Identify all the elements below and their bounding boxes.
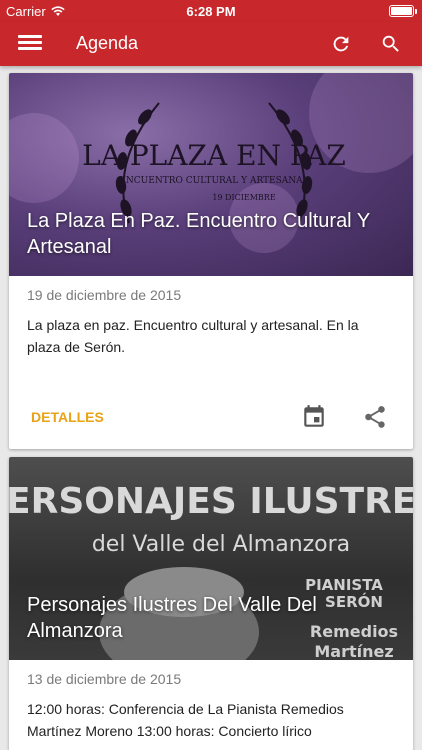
event-description: La plaza en paz. Encuentro cultural y ar… xyxy=(27,317,359,355)
event-date: 13 de diciembre de 2015 xyxy=(27,671,182,687)
refresh-button[interactable] xyxy=(327,30,355,58)
battery-icon xyxy=(389,5,417,17)
event-image[interactable]: LA PLAZA EN PAZ ENCUENTRO CULTURAL Y ART… xyxy=(9,73,413,276)
event-card: LA PLAZA EN PAZ ENCUENTRO CULTURAL Y ART… xyxy=(9,73,413,449)
event-description: 12:00 horas: Conferencia de La Pianista … xyxy=(27,701,344,739)
menu-button[interactable] xyxy=(16,32,44,56)
app-bar: Agenda xyxy=(0,22,422,66)
svg-text:Martínez: Martínez xyxy=(314,642,393,660)
calendar-icon xyxy=(304,405,324,427)
svg-text:LA PLAZA EN PAZ: LA PLAZA EN PAZ xyxy=(82,139,346,172)
refresh-icon xyxy=(333,36,349,52)
svg-text:19 DICIEMBRE: 19 DICIEMBRE xyxy=(212,193,276,202)
event-card: PERSONAJES ILUSTRES del Valle del Almanz… xyxy=(9,457,413,750)
svg-text:PERSONAJES ILUSTRES: PERSONAJES ILUSTRES xyxy=(9,481,413,522)
event-title: Personajes Ilustres Del Valle Del Almanz… xyxy=(27,594,317,642)
search-icon xyxy=(382,35,399,52)
share-icon xyxy=(365,406,385,428)
add-to-calendar-button[interactable] xyxy=(301,404,327,430)
search-button[interactable] xyxy=(377,30,405,58)
svg-text:del Valle del Almanzora: del Valle del Almanzora xyxy=(92,532,350,557)
svg-text:ENCUENTRO CULTURAL Y ARTESANAL: ENCUENTRO CULTURAL Y ARTESANAL xyxy=(119,176,308,186)
event-date: 19 de diciembre de 2015 xyxy=(27,287,182,303)
details-button[interactable]: DETALLES xyxy=(31,409,104,425)
event-image[interactable]: PERSONAJES ILUSTRES del Valle del Almanz… xyxy=(9,457,413,660)
event-title: La Plaza En Paz. Encuentro Cultural Y Ar… xyxy=(27,210,370,258)
share-button[interactable] xyxy=(362,404,388,430)
event-list[interactable]: LA PLAZA EN PAZ ENCUENTRO CULTURAL Y ART… xyxy=(0,66,422,750)
hamburger-menu-icon xyxy=(18,35,42,38)
app-title: Agenda xyxy=(76,33,139,53)
status-bar: Carrier 6:28 PM xyxy=(0,0,422,22)
status-time: 6:28 PM xyxy=(186,4,236,19)
